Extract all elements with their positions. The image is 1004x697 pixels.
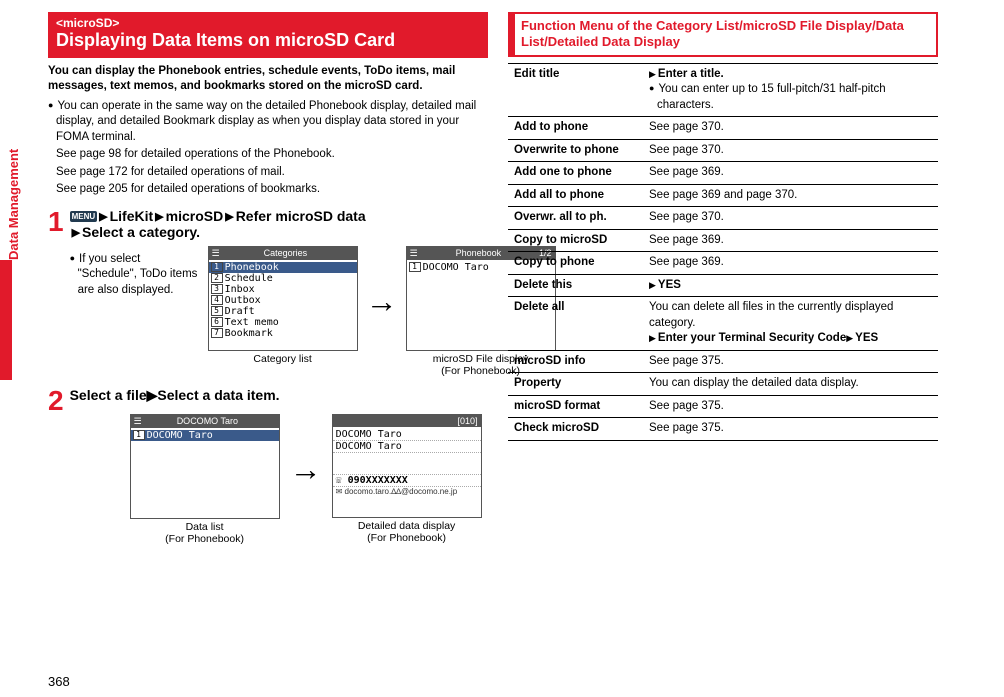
function-table: Edit title▶Enter a title.You can enter u… bbox=[508, 63, 938, 441]
note: See page 172 for detailed operations of … bbox=[48, 165, 488, 181]
screenshot-datalist: ☰DOCOMO Taro 1DOCOMO Taro Data list(For … bbox=[130, 414, 280, 545]
table-row: Copy to microSDSee page 369. bbox=[508, 229, 938, 252]
table-row: Delete allYou can delete all files in th… bbox=[508, 297, 938, 351]
table-row: Edit title▶Enter a title.You can enter u… bbox=[508, 63, 938, 117]
arrow-icon: → bbox=[366, 283, 398, 320]
arrow-icon: → bbox=[290, 451, 322, 488]
step-number: 1 bbox=[48, 208, 64, 377]
step-1: 1 MENU▶LifeKit▶microSD▶Refer microSD dat… bbox=[48, 208, 488, 377]
note: See page 98 for detailed operations of t… bbox=[48, 147, 488, 163]
header-title: Displaying Data Items on microSD Card bbox=[56, 30, 480, 52]
table-row: Overwr. all to ph.See page 370. bbox=[508, 207, 938, 230]
step-2: 2 Select a file▶Select a data item. ☰DOC… bbox=[48, 387, 488, 545]
list-item: 3Inbox bbox=[209, 284, 357, 295]
table-row: PropertyYou can display the detailed dat… bbox=[508, 373, 938, 396]
table-row: Add to phoneSee page 370. bbox=[508, 117, 938, 140]
note: See page 205 for detailed operations of … bbox=[48, 182, 488, 198]
note: You can operate in the same way on the d… bbox=[48, 99, 488, 146]
list-item: 1Phonebook bbox=[209, 262, 357, 273]
list-item: 7Bookmark bbox=[209, 328, 357, 339]
side-tab bbox=[0, 260, 12, 380]
table-row: microSD formatSee page 375. bbox=[508, 395, 938, 418]
menu-icon: MENU bbox=[70, 211, 98, 222]
screenshot-detail: [010] DOCOMO Taro DOCOMO Taro ☏ 090XXXXX… bbox=[332, 414, 482, 545]
lead-text: You can display the Phonebook entries, s… bbox=[48, 64, 488, 95]
list-item: 4Outbox bbox=[209, 295, 357, 306]
step-number: 2 bbox=[48, 387, 64, 545]
list-item: 6Text memo bbox=[209, 317, 357, 328]
table-row: Delete this▶YES bbox=[508, 274, 938, 297]
screenshot-category: ☰Categories 1Phonebook2Schedule3Inbox4Ou… bbox=[208, 246, 358, 377]
section-label: Data Management bbox=[6, 149, 21, 260]
function-menu-header: Function Menu of the Category List/micro… bbox=[508, 12, 938, 57]
table-row: Add one to phoneSee page 369. bbox=[508, 162, 938, 185]
step-instruction: Select a file▶Select a data item. bbox=[70, 387, 488, 404]
step-note: If you select "Schedule", ToDo items are… bbox=[70, 252, 200, 377]
page-number: 368 bbox=[48, 674, 70, 689]
header-tag: <microSD> bbox=[56, 16, 480, 30]
table-row: Check microSDSee page 375. bbox=[508, 418, 938, 441]
list-item: 2Schedule bbox=[209, 273, 357, 284]
section-header: <microSD> Displaying Data Items on micro… bbox=[48, 12, 488, 58]
step-instruction: MENU▶LifeKit▶microSD▶Refer microSD data▶… bbox=[70, 208, 556, 240]
table-row: Overwrite to phoneSee page 370. bbox=[508, 139, 938, 162]
table-row: microSD infoSee page 375. bbox=[508, 350, 938, 373]
table-row: Copy to phoneSee page 369. bbox=[508, 252, 938, 275]
table-row: Add all to phoneSee page 369 and page 37… bbox=[508, 184, 938, 207]
list-item: 5Draft bbox=[209, 306, 357, 317]
